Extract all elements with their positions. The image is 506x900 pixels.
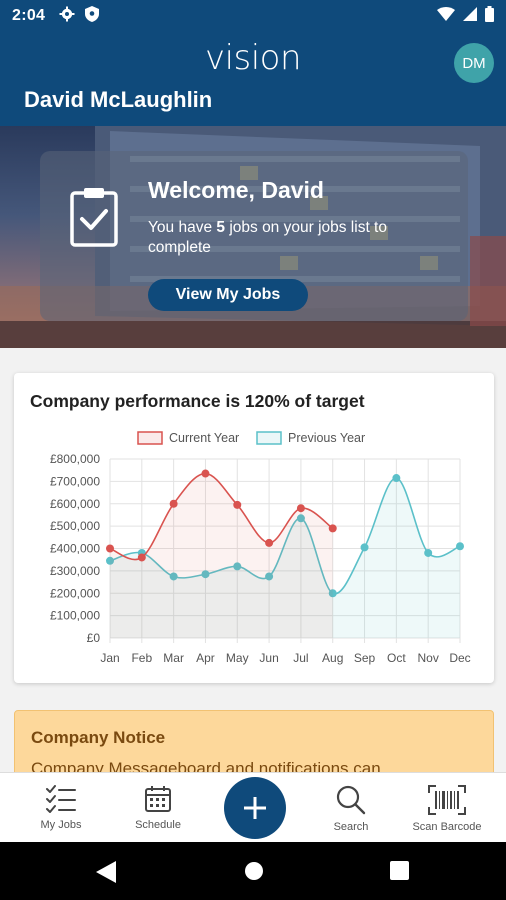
welcome-card: Welcome, David You have 5 jobs on your j… — [40, 151, 468, 321]
y-tick-label: £100,000 — [50, 609, 100, 623]
x-tick-label: Jul — [293, 651, 308, 665]
user-avatar[interactable]: DM — [454, 43, 494, 83]
nav-my-jobs[interactable]: My Jobs — [16, 773, 106, 843]
data-point — [201, 469, 210, 478]
nav-search[interactable]: Search — [306, 773, 396, 843]
recents-icon[interactable] — [390, 861, 409, 880]
nav-scan-barcode[interactable]: Scan Barcode — [402, 773, 492, 843]
nav-my-jobs-label: My Jobs — [40, 819, 82, 831]
data-point — [424, 548, 433, 557]
job-count: 5 — [216, 219, 226, 236]
battery-icon — [485, 5, 494, 27]
bottom-navigation: My Jobs Schedule Search Scan Barcode — [0, 772, 506, 842]
status-time: 2:04 — [12, 7, 46, 24]
search-icon — [336, 785, 366, 815]
y-tick-label: £400,000 — [50, 542, 100, 556]
performance-chart: £800,000 £700,000 £600,000 £500,000 £400,000… — [50, 431, 471, 665]
signal-icon — [463, 6, 477, 26]
data-point — [296, 504, 305, 513]
data-point — [233, 500, 242, 509]
data-point — [265, 538, 274, 547]
app-logo: vision — [204, 38, 302, 78]
x-tick-label: Sep — [354, 651, 376, 665]
view-my-jobs-button[interactable]: View My Jobs — [148, 279, 308, 311]
app-header: vision DM David McLaughlin — [0, 32, 506, 126]
y-tick-label: £300,000 — [50, 564, 100, 578]
x-tick-label: Feb — [131, 651, 152, 665]
x-tick-label: Jan — [100, 651, 119, 665]
x-tick-label: Dec — [449, 651, 470, 665]
data-point — [169, 499, 178, 508]
data-point — [456, 542, 464, 551]
x-tick-label: Aug — [322, 651, 343, 665]
x-tick-label: May — [226, 651, 249, 665]
y-tick-label: £700,000 — [50, 474, 100, 488]
x-tick-label: Oct — [387, 651, 406, 665]
data-point — [392, 474, 401, 483]
barcode-icon — [428, 785, 466, 815]
nav-schedule-label: Schedule — [135, 819, 181, 831]
x-tick-label: Jun — [259, 651, 278, 665]
shield-icon — [85, 5, 100, 27]
wifi-icon — [437, 6, 455, 26]
legend-label: Previous Year — [288, 431, 365, 445]
plus-icon — [244, 797, 266, 819]
notice-title: Company Notice — [31, 728, 166, 747]
legend-swatch — [137, 431, 163, 445]
y-tick-label: £0 — [87, 631, 101, 645]
data-point — [328, 524, 337, 533]
add-fab-button[interactable] — [224, 777, 286, 839]
calendar-icon — [145, 786, 171, 812]
checklist-icon — [46, 785, 76, 813]
legend-swatch — [256, 431, 282, 445]
nav-schedule[interactable]: Schedule — [113, 773, 203, 843]
y-tick-label: £600,000 — [50, 497, 100, 511]
settings-gear-icon — [59, 6, 75, 27]
y-tick-label: £200,000 — [50, 586, 100, 600]
y-tick-label: £800,000 — [50, 452, 100, 466]
x-tick-label: Apr — [196, 651, 215, 665]
clipboard-check-icon — [70, 188, 118, 247]
welcome-title: Welcome, David — [148, 177, 324, 203]
legend-label: Current Year — [169, 431, 239, 445]
x-tick-label: Mar — [163, 651, 184, 665]
back-icon[interactable] — [96, 861, 116, 883]
y-tick-label: £500,000 — [50, 519, 100, 533]
hero-banner: Welcome, David You have 5 jobs on your j… — [0, 126, 506, 348]
nav-search-label: Search — [333, 821, 369, 833]
user-name: David McLaughlin — [24, 87, 213, 112]
system-navigation-bar — [0, 842, 506, 900]
x-tick-label: Nov — [418, 651, 439, 665]
data-point — [106, 544, 114, 553]
home-icon[interactable] — [244, 861, 264, 881]
status-bar: 2:04 — [0, 0, 506, 32]
welcome-message: You have 5 jobs on your jobs list to com… — [148, 219, 387, 256]
nav-scan-barcode-label: Scan Barcode — [412, 821, 482, 833]
data-point — [360, 543, 369, 552]
data-point — [137, 553, 146, 562]
performance-card: Company performance is 120% of target £8… — [14, 373, 494, 683]
